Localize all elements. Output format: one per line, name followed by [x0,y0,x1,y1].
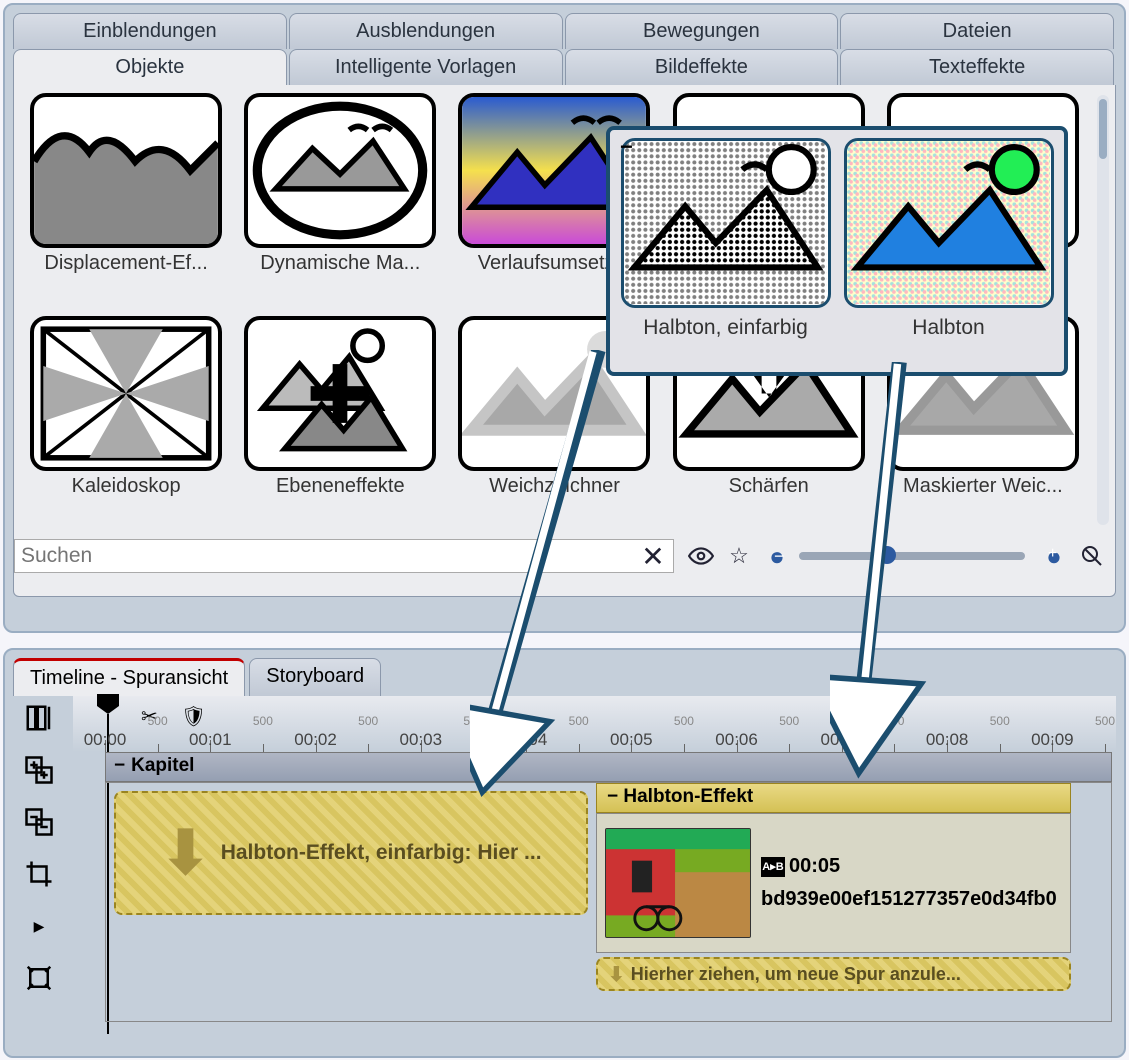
tab-bewegungen[interactable]: Bewegungen [565,13,839,49]
new-track-drop-hint[interactable]: ⬇ Hierher ziehen, um neue Spur anzule... [596,957,1071,991]
gallery-label: Displacement-Ef... [22,252,230,275]
drop-zone-label: Halbton-Effekt, einfarbig: Hier ... [221,841,542,865]
gallery-item-displacement[interactable]: Displacement-Ef... [22,93,230,310]
tab-dateien[interactable]: Dateien [840,13,1114,49]
gallery-item-dynamische-maske[interactable]: Dynamische Ma... [236,93,444,310]
popup-item-halbton-einfarbig[interactable]: Halbton, einfarbig [618,138,833,364]
tab-bildeffekte[interactable]: Bildeffekte [565,49,839,85]
clip-filename: bd939e00ef151277357e0d34fb0 [761,888,1062,911]
gallery-item-kaleidoskop[interactable]: Kaleidoskop [22,316,230,533]
ruler-mark-500: 500 [358,714,378,728]
tutorial-arrow-right [830,362,950,792]
ruler-mark: 00:03 [400,730,443,750]
tab-intelligente-vorlagen[interactable]: Intelligente Vorlagen [289,49,563,85]
play-icon[interactable]: ▶ [21,908,57,944]
ruler-mark-500: 500 [148,714,168,728]
zoom-reset-icon[interactable] [1077,541,1107,571]
tab-timeline[interactable]: Timeline - Spuransicht [13,658,245,696]
popup-collapse-icon[interactable]: − [620,134,633,160]
gallery-label: Ebeneneffekte [236,475,444,498]
clip-body[interactable]: A▸B00:05 bd939e00ef151277357e0d34fb0 [596,813,1071,953]
popup-label: Halbton, einfarbig [618,316,833,340]
zoom-in-icon[interactable]: ●+ [1039,541,1069,571]
tab-ausblendungen[interactable]: Ausblendungen [289,13,563,49]
ruler-mark: 00:02 [294,730,337,750]
ruler-mark: 00:00 [84,730,127,750]
ruler-mark-500: 500 [990,714,1010,728]
ruler-mark: 00:06 [715,730,758,750]
ruler-mark-500: 500 [1095,714,1115,728]
gallery-item-ebeneneffekte[interactable]: Ebeneneffekte [236,316,444,533]
ruler-mark: 00:01 [189,730,232,750]
add-track-icon[interactable] [21,752,57,788]
crop-icon[interactable] [21,856,57,892]
gallery-label: Dynamische Ma... [236,252,444,275]
ruler-mark-500: 500 [779,714,799,728]
star-icon[interactable]: ☆ [724,541,754,571]
ruler-mark: 00:09 [1031,730,1074,750]
tab-texteffekte[interactable]: Texteffekte [840,49,1114,85]
clip-duration: 00:05 [789,855,840,877]
tab-storyboard[interactable]: Storyboard [249,658,381,696]
ruler-mark-500: 500 [253,714,273,728]
tutorial-arrow-left [470,350,700,820]
ab-badge-icon: A▸B [761,857,785,877]
gallery-label: Kaleidoskop [22,475,230,498]
tab-row-top: Einblendungen Ausblendungen Bewegungen D… [13,13,1116,49]
timeline-toolbar: ▶ [13,696,65,1036]
zoom-out-icon[interactable]: ● [762,541,792,571]
new-track-label: Hierher ziehen, um neue Spur anzule... [631,964,961,985]
tab-einblendungen[interactable]: Einblendungen [13,13,287,49]
playhead-icon[interactable] [97,694,119,714]
clip-meta: A▸B00:05 bd939e00ef151277357e0d34fb0 [761,855,1062,911]
marker-tool-icon[interactable] [21,700,57,736]
popup-item-halbton[interactable]: Halbton [841,138,1056,364]
down-arrow-icon: ⬇ [608,962,625,987]
gallery-scrollbar[interactable] [1097,95,1109,525]
effect-popup: − Halbton, einfarbig Halbton [606,126,1068,376]
down-arrow-icon: ⬇ [160,818,210,888]
tab-row-sub: Objekte Intelligente Vorlagen Bildeffekt… [13,49,1116,85]
clip-thumbnail [605,828,751,938]
shield-icon[interactable]: 🛡 [181,704,206,729]
tab-objekte[interactable]: Objekte [13,49,287,85]
remove-track-icon[interactable] [21,804,57,840]
fit-icon[interactable] [21,960,57,996]
collapse-icon[interactable]: − [114,755,125,776]
popup-label: Halbton [841,316,1056,340]
